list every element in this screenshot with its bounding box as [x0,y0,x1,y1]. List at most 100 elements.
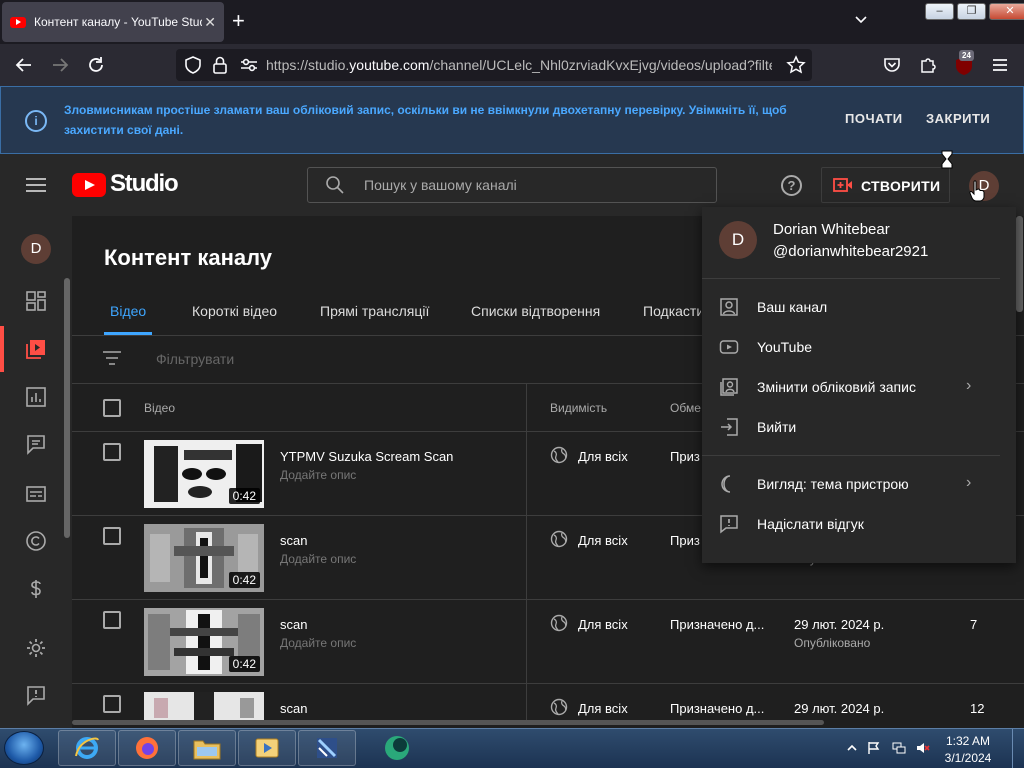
app-menu-icon[interactable] [990,55,1010,75]
menu-item-youtube[interactable]: YouTube [757,339,812,355]
studio-logo-text[interactable]: Studio [110,170,179,198]
clock-time[interactable]: 1:32 AM [940,734,996,748]
tab-title: Контент каналу - YouTube Studio [34,15,203,29]
firefox-icon [136,737,158,759]
video-views: 7 [970,617,978,632]
tracking-protection-shield-icon[interactable] [184,55,202,75]
volume-muted-icon[interactable] [916,741,930,755]
list-all-tabs-icon[interactable] [854,12,868,26]
filter-icon[interactable] [102,350,122,366]
send-feedback-icon[interactable] [25,684,47,706]
reload-icon[interactable] [85,54,107,76]
video-visibility[interactable]: Для всіх [578,449,628,464]
video-title[interactable]: scan [280,617,307,632]
video-description[interactable]: Додайте опис [280,552,356,566]
taskbar-media-player[interactable] [238,730,296,766]
tab-playlists[interactable]: Списки відтворення [471,303,600,319]
dashboard-icon[interactable] [25,290,47,312]
start-button-icon[interactable] [4,731,44,765]
window-maximize-button[interactable]: ❐ [957,3,986,20]
video-thumbnail[interactable]: 0:42 [144,608,264,676]
video-visibility[interactable]: Для всіх [578,533,628,548]
action-center-flag-icon[interactable] [867,741,881,755]
menu-item-send-feedback[interactable]: Надіслати відгук [757,516,864,532]
clock-date[interactable]: 3/1/2024 [940,751,996,765]
taskbar-app[interactable] [380,732,414,764]
bookmark-star-icon[interactable] [786,55,806,75]
taskbar-video-editor[interactable] [298,730,356,766]
video-description[interactable]: Додайте опис [280,636,356,650]
menu-hamburger-icon[interactable] [26,177,46,193]
select-all-checkbox[interactable] [103,399,121,417]
menu-item-sign-out[interactable]: Вийти [757,419,796,435]
row-checkbox[interactable] [103,611,121,629]
lock-icon[interactable] [212,55,228,75]
tab-videos[interactable]: Відео [110,303,146,319]
column-visibility[interactable]: Видимість [550,401,607,415]
menu-item-switch-account[interactable]: Змінити обліковий запис [757,379,916,395]
row-checkbox[interactable] [103,695,121,713]
video-title[interactable]: scan [280,533,307,548]
channel-avatar[interactable]: D [21,234,51,264]
video-views: 12 [970,701,985,716]
tab-live[interactable]: Прямі трансляції [320,303,429,319]
network-icon[interactable] [892,741,906,755]
tab-close-icon[interactable]: ✕ [204,14,216,31]
menu-item-your-channel[interactable]: Ваш канал [757,299,827,315]
filter-input[interactable]: Фільтрувати [156,351,234,367]
settings-gear-icon[interactable] [25,637,47,659]
banner-close-button[interactable]: ЗАКРИТИ [926,111,990,126]
youtube-logo-icon[interactable] [72,173,106,197]
your-channel-icon [720,298,738,316]
column-video[interactable]: Відео [144,401,175,415]
video-thumbnail[interactable]: 0:42 [144,524,264,592]
forward-arrow-icon[interactable] [49,54,71,76]
menu-item-appearance[interactable]: Вигляд: тема пристрою [757,476,909,492]
subtitles-icon[interactable] [25,483,47,505]
tab-podcasts[interactable]: Подкасти [643,303,701,319]
video-visibility[interactable]: Для всіх [578,701,628,716]
video-title[interactable]: scan [280,701,307,716]
video-title[interactable]: YTPMV Suzuka Scream Scan [280,449,453,464]
url-text[interactable]: https://studio.youtube.com/channel/UCLel… [266,57,772,73]
media-player-icon [255,738,279,758]
extensions-puzzle-icon[interactable] [918,55,938,75]
account-handle: @dorianwhitebear2921 [773,243,929,260]
row-separator [72,599,1024,600]
earn-dollar-icon[interactable] [25,578,47,600]
taskbar-internet-explorer[interactable] [58,730,116,766]
page-scrollbar[interactable] [1016,216,1023,312]
browser-tab-active[interactable]: Контент каналу - YouTube Studio ✕ [2,2,224,42]
video-visibility[interactable]: Для всіх [578,617,628,632]
taskbar-firefox[interactable] [118,730,176,766]
taskbar-explorer[interactable] [178,730,236,766]
analytics-icon[interactable] [25,386,47,408]
pocket-icon[interactable] [882,55,902,75]
banner-start-button[interactable]: ПОЧАТИ [845,111,903,126]
tab-shorts[interactable]: Короткі відео [192,303,277,319]
sidebar-scrollbar[interactable] [64,278,70,538]
copyright-icon[interactable] [25,530,47,552]
horizontal-scrollbar[interactable] [72,720,824,725]
url-domain: youtube.com [349,57,430,73]
window-close-button[interactable]: ✕ [989,3,1024,20]
video-thumbnail[interactable]: 0:42 [144,440,264,508]
show-desktop-button[interactable] [1012,729,1024,768]
row-checkbox[interactable] [103,527,121,545]
back-arrow-icon[interactable] [13,54,35,76]
sign-out-icon [721,418,738,436]
content-icon[interactable] [25,338,47,360]
window-minimize-button[interactable]: – [925,3,954,20]
banner-message: Зловмисникам простіше зламати ваш обліко… [64,103,787,137]
comments-icon[interactable] [25,433,47,455]
show-hidden-icons-icon[interactable] [845,741,859,755]
row-checkbox[interactable] [103,443,121,461]
video-duration: 0:42 [228,572,260,588]
new-tab-button[interactable]: + [232,10,245,32]
site-permissions-icon[interactable] [240,57,258,73]
video-restrictions: Призначено д... [670,701,765,716]
column-restrictions[interactable]: Обме [670,401,701,415]
help-icon[interactable]: ? [781,175,802,196]
video-thumbnail[interactable] [144,692,264,720]
video-description[interactable]: Додайте опис [280,468,356,482]
